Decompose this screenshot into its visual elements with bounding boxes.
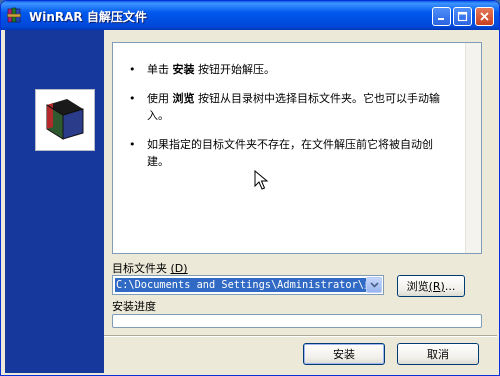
close-button[interactable] xyxy=(475,7,494,26)
bullet: • xyxy=(129,92,136,105)
instruction-text: 单击 xyxy=(147,63,173,76)
winrar-box-logo xyxy=(35,89,95,151)
instruction-item: • 单击 安装 按钮开始解压。 xyxy=(129,61,447,78)
side-panel xyxy=(5,30,104,373)
divider xyxy=(104,335,497,337)
dropdown-button[interactable] xyxy=(366,277,382,293)
close-icon xyxy=(480,12,489,21)
destination-label: 目标文件夹 (D) xyxy=(112,262,188,275)
instructions-panel: • 单击 安装 按钮开始解压。 • 使用 浏览 按钮从目录树中选择目标文件夹。它… xyxy=(112,42,482,254)
bullet: • xyxy=(129,138,136,151)
instruction-bold: 安装 xyxy=(172,63,195,76)
bullet: • xyxy=(129,63,136,76)
cancel-button[interactable]: 取消 xyxy=(397,343,479,365)
instructions-list: • 单击 安装 按钮开始解压。 • 使用 浏览 按钮从目录树中选择目标文件夹。它… xyxy=(129,61,447,182)
destination-path-combobox[interactable]: C:\Documents and Settings\Administrator\… xyxy=(112,275,384,295)
browse-button[interactable]: 浏览 (R)... xyxy=(397,275,465,297)
progress-label: 安装进度 xyxy=(112,300,156,313)
instruction-text: 按钮开始解压。 xyxy=(194,63,275,76)
winrar-sfx-window: WinRAR 自解压文件 • 单击 安装 按钮开始解压。 • 使用 浏览 按钮从… xyxy=(0,0,500,376)
vertical-scrollbar[interactable] xyxy=(465,43,481,253)
instruction-item: • 使用 浏览 按钮从目录树中选择目标文件夹。它也可以手动输入。 xyxy=(129,90,447,124)
chevron-down-icon xyxy=(369,282,379,288)
instruction-bold: 浏览 xyxy=(172,92,195,105)
minimize-button[interactable] xyxy=(432,7,451,26)
instruction-text: 如果指定的目标文件夹不存在，在文件解压前它将被自动创建。 xyxy=(147,138,433,168)
title-bar[interactable]: WinRAR 自解压文件 xyxy=(1,1,499,30)
instruction-item: • 如果指定的目标文件夹不存在，在文件解压前它将被自动创建。 xyxy=(129,136,447,170)
window-title: WinRAR 自解压文件 xyxy=(29,10,147,24)
install-progress-bar xyxy=(112,314,482,328)
destination-path-input[interactable]: C:\Documents and Settings\Administrator\… xyxy=(115,278,366,292)
instruction-text: 使用 xyxy=(147,92,173,105)
maximize-icon xyxy=(457,11,468,22)
winrar-books-icon[interactable] xyxy=(7,7,24,24)
minimize-icon xyxy=(438,18,444,20)
maximize-button[interactable] xyxy=(453,7,472,26)
mouse-cursor-icon xyxy=(254,170,268,190)
install-button[interactable]: 安装 xyxy=(303,343,385,365)
